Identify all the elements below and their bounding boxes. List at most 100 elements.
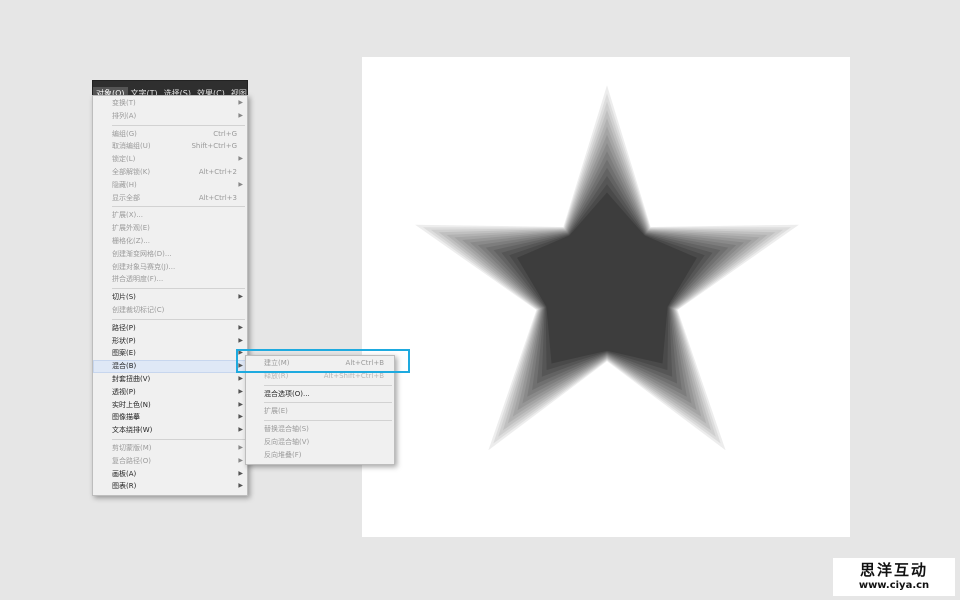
menu-item-label: 创建渐变网格(D)... [112, 249, 172, 258]
menu-separator [112, 288, 245, 290]
menu-item[interactable]: 文本绕排(W) ▶ [93, 424, 247, 437]
menu-item-label: 画板(A) [112, 469, 137, 478]
submenu-item[interactable]: 扩展(E) [246, 405, 394, 418]
menu-item-label: 全部解锁(K) [112, 167, 151, 176]
menu-item-shortcut: Shift+Ctrl+G [191, 142, 237, 151]
submenu-arrow-icon: ▶ [238, 456, 243, 464]
menu-item[interactable]: 扩展外观(E) [93, 222, 247, 235]
menu-item[interactable]: 剪切蒙版(M) ▶ [93, 442, 247, 455]
object-menu: 变换(T) ▶ 排列(A) ▶ 编组(G) Ctrl+G 取消编组(U) Shift+Ctrl… [92, 95, 248, 497]
submenu-arrow-icon: ▶ [238, 426, 243, 434]
menu-item-label: 排列(A) [112, 111, 137, 120]
submenu-arrow-icon: ▶ [238, 323, 243, 331]
submenu-arrow-icon: ▶ [238, 180, 243, 188]
menu-item-label: 创建裁切标记(C) [112, 305, 165, 314]
submenu-item[interactable]: 混合选项(O)... [246, 388, 394, 401]
watermark: 思洋互动 www.ciya.cn [833, 558, 955, 596]
menu-item[interactable]: 变换(T) ▶ [93, 97, 247, 110]
submenu-item[interactable]: 反向堆叠(F) [246, 449, 394, 462]
submenu-item-label: 替换混合轴(S) [264, 425, 309, 434]
menu-item[interactable]: 扩展(X)... [93, 209, 247, 222]
submenu-arrow-icon: ▶ [238, 99, 243, 106]
menu-item[interactable]: 复合路径(O) ▶ [93, 455, 247, 468]
menu-item-label: 扩展外观(E) [112, 224, 150, 233]
menu-item[interactable]: 图案(E) ▶ [93, 347, 247, 360]
menubar: 对象(O) 文字(T) 选择(S) 效果(C) 视图 [92, 80, 248, 96]
submenu-separator [264, 402, 392, 404]
menu-item-label: 取消编组(U) [112, 142, 151, 151]
menu-item-label: 扩展(X)... [112, 211, 143, 220]
menu-item[interactable]: 创建对象马赛克(J)... [93, 261, 247, 274]
menu-item-label: 封套扭曲(V) [112, 374, 151, 383]
menu-item-label: 编组(G) [112, 129, 137, 138]
highlight-box [236, 349, 410, 373]
menu-separator [112, 438, 245, 440]
menu-item[interactable]: 隐藏(H) ▶ [93, 179, 247, 192]
menu-item[interactable]: 全部解锁(K) Alt+Ctrl+2 [93, 166, 247, 179]
menu-item-shortcut: Alt+Ctrl+2 [198, 167, 237, 176]
menu-item-label: 切片(S) [112, 293, 136, 302]
menu-item-label: 图案(E) [112, 349, 136, 358]
menu-item-label: 隐藏(H) [112, 180, 137, 189]
menu-item[interactable]: 路径(P) ▶ [93, 322, 247, 335]
menu-item[interactable]: 创建渐变网格(D)... [93, 248, 247, 261]
menu-item-label: 剪切蒙版(M) [112, 443, 152, 452]
menu-item[interactable]: 栅格化(Z)... [93, 235, 247, 248]
menu-item[interactable]: 封套扭曲(V) ▶ [93, 373, 247, 386]
menu-item-label: 图表(R) [112, 482, 137, 491]
submenu-item-label: 反向混合轴(V) [264, 437, 310, 446]
menu-item-shortcut: Ctrl+G [213, 129, 237, 138]
menu-item[interactable]: 画板(A) ▶ [93, 468, 247, 481]
menu-item[interactable]: 排列(A) ▶ [93, 110, 247, 123]
submenu-arrow-icon: ▶ [238, 111, 243, 119]
menu-item-label: 复合路径(O) [112, 456, 151, 465]
blended-star[interactable] [362, 57, 850, 537]
submenu-item[interactable]: 反向混合轴(V) [246, 436, 394, 449]
menu-item-label: 栅格化(Z)... [112, 236, 150, 245]
menu-item[interactable]: 混合(B) ▶ [93, 360, 247, 373]
submenu-arrow-icon: ▶ [238, 336, 243, 344]
menu-item[interactable]: 实时上色(N) ▶ [93, 399, 247, 412]
submenu-arrow-icon: ▶ [238, 482, 243, 490]
menu-item-label: 变换(T) [112, 99, 136, 107]
submenu-arrow-icon: ▶ [238, 293, 243, 301]
menu-item-label: 显示全部 [112, 193, 140, 202]
menu-item[interactable]: 图像描摹 ▶ [93, 411, 247, 424]
menu-item[interactable]: 形状(P) ▶ [93, 335, 247, 348]
artboard[interactable] [362, 57, 850, 537]
menu-item-label: 拼合透明度(F)... [112, 275, 164, 284]
menu-separator [112, 318, 245, 320]
menu-item-label: 创建对象马赛克(J)... [112, 262, 176, 271]
menu-item-label: 文本绕排(W) [112, 426, 153, 435]
submenu-arrow-icon: ▶ [238, 400, 243, 408]
menu-item-label: 路径(P) [112, 323, 136, 332]
submenu-item[interactable]: 替换混合轴(S) [246, 423, 394, 436]
watermark-url: www.ciya.cn [858, 580, 930, 591]
menu-item[interactable]: 图表(R) ▶ [93, 480, 247, 493]
menu-item[interactable]: 取消编组(U) Shift+Ctrl+G [93, 140, 247, 153]
menu-item-shortcut: Alt+Ctrl+3 [198, 193, 237, 202]
menu-item-label: 混合(B) [112, 362, 137, 371]
submenu-arrow-icon: ▶ [238, 469, 243, 477]
menu-item-label: 形状(P) [112, 336, 136, 345]
watermark-title: 思洋互动 [859, 561, 928, 579]
menu-item[interactable]: 拼合透明度(F)... [93, 273, 247, 286]
submenu-arrow-icon: ▶ [238, 413, 243, 421]
menu-item-label: 锁定(L) [112, 155, 136, 164]
submenu-item-label: 混合选项(O)... [264, 389, 310, 398]
submenu-arrow-icon: ▶ [238, 443, 243, 451]
menu-item[interactable]: 显示全部 Alt+Ctrl+3 [93, 192, 247, 205]
submenu-arrow-icon: ▶ [238, 387, 243, 395]
menu-item-label: 透视(P) [112, 387, 136, 396]
menu-item[interactable]: 创建裁切标记(C) [93, 304, 247, 317]
menu-item[interactable]: 锁定(L) ▶ [93, 153, 247, 166]
menu-item-label: 实时上色(N) [112, 400, 151, 409]
submenu-separator [264, 420, 392, 422]
menu-item[interactable]: 透视(P) ▶ [93, 386, 247, 399]
menu-item[interactable]: 编组(G) Ctrl+G [93, 128, 247, 141]
submenu-item-label: 扩展(E) [264, 407, 288, 416]
submenu-arrow-icon: ▶ [238, 374, 243, 382]
menu-item[interactable]: 切片(S) ▶ [93, 291, 247, 304]
submenu-separator [264, 384, 392, 386]
submenu-item-label: 反向堆叠(F) [264, 450, 302, 459]
